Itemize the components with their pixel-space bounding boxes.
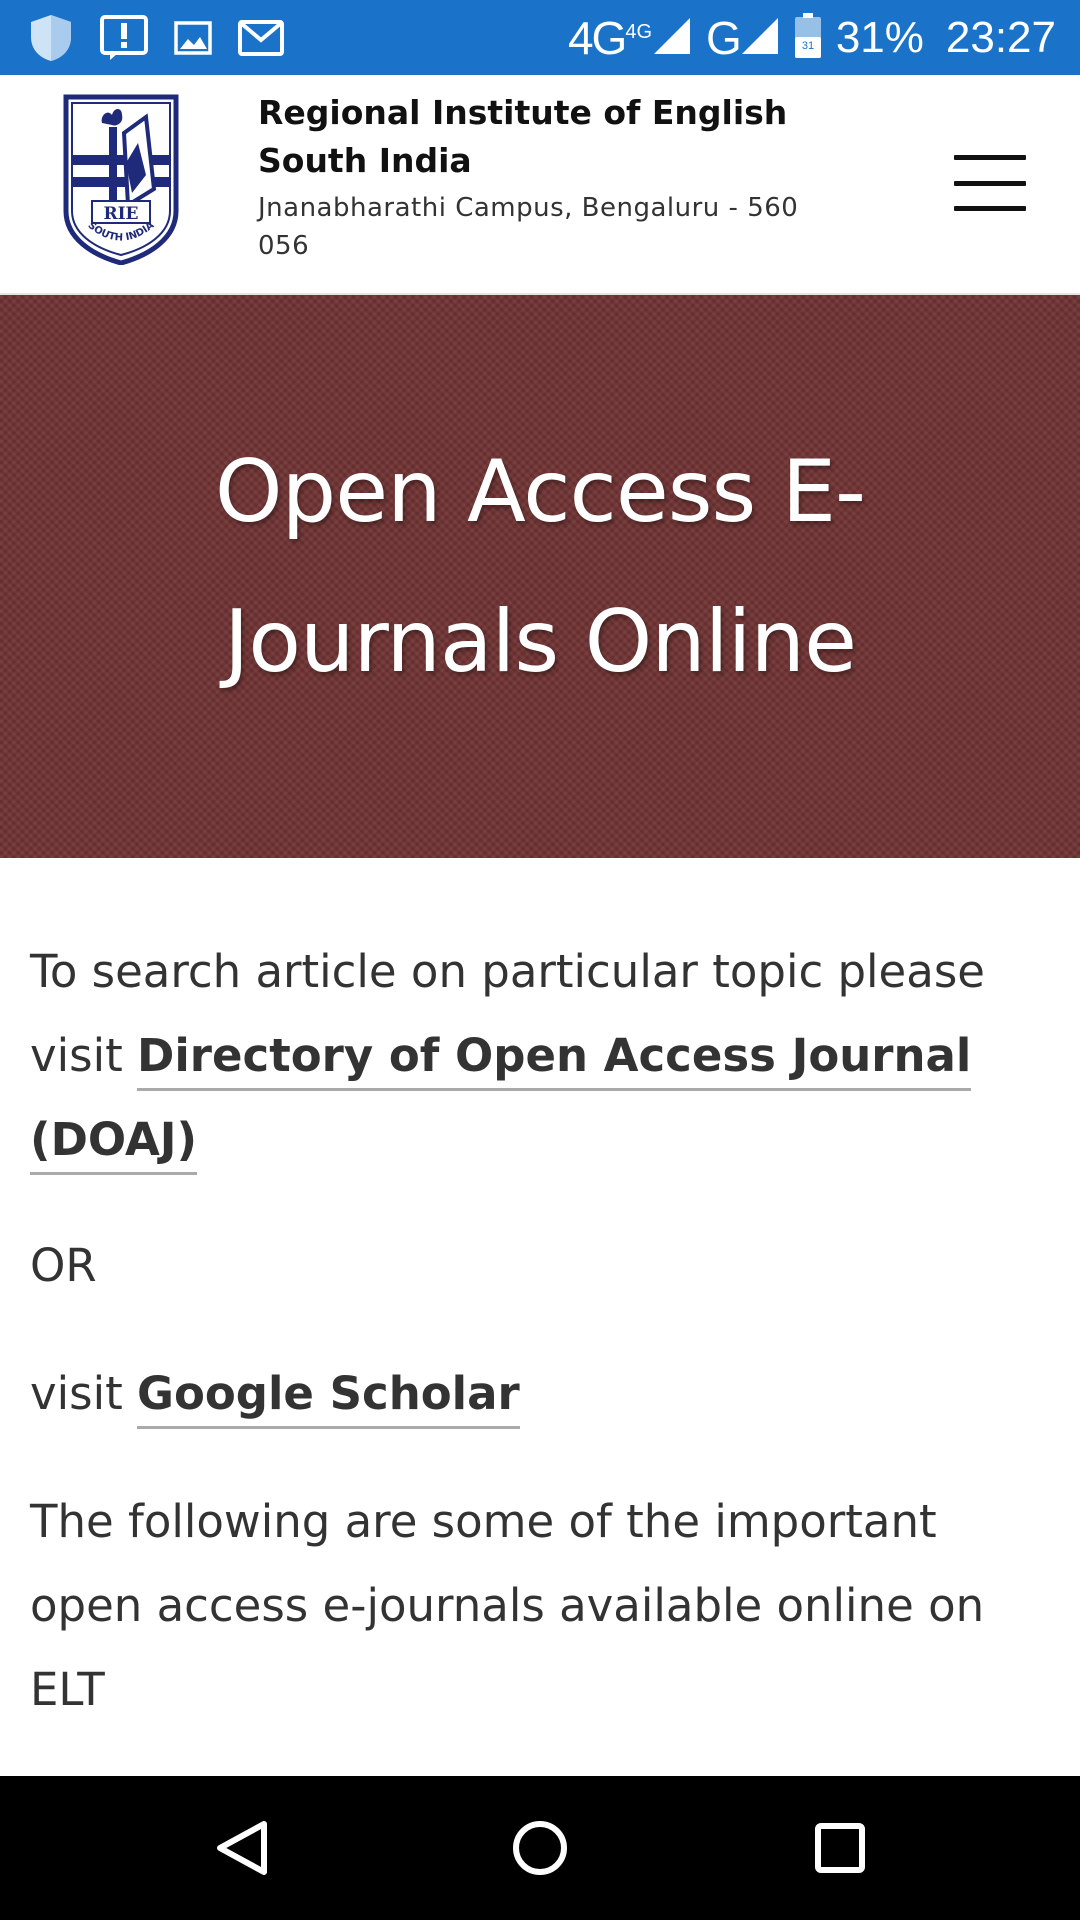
network-type-secondary: G	[706, 11, 742, 64]
signal-icon	[652, 16, 692, 60]
hamburger-icon	[954, 155, 1026, 160]
gmail-icon	[238, 19, 284, 56]
hamburger-menu-button[interactable]	[954, 155, 1026, 211]
home-button[interactable]	[508, 1816, 572, 1880]
address-line1: Jnanabharathi Campus, Bengaluru - 560	[258, 193, 799, 223]
institute-address: Jnanabharathi Campus, Bengaluru - 560 05…	[258, 189, 818, 265]
hero-banner: Open Access E-Journals Online	[0, 295, 1080, 858]
doaj-paragraph: To search article on particular topic pl…	[30, 930, 1030, 1182]
or-text: OR	[30, 1239, 97, 1292]
doaj-link[interactable]: Directory of Open Access Journal (DOAJ)	[30, 1029, 972, 1175]
system-indicators: 4G4G G 31 31% 23:27	[554, 11, 1056, 65]
brand-block[interactable]: Regional Institute of English South Indi…	[258, 89, 818, 265]
back-button[interactable]	[210, 1816, 274, 1880]
institute-name-line2: South India	[258, 141, 472, 180]
back-icon	[217, 1821, 267, 1875]
address-line2: 056	[258, 231, 310, 261]
notification-icons	[28, 13, 310, 63]
network-type: 4G4G	[567, 11, 653, 64]
clock: 23:27	[945, 12, 1056, 62]
alert-icon	[100, 14, 148, 61]
main-content: To search article on particular topic pl…	[30, 930, 1030, 1776]
svg-text:RIE: RIE	[103, 204, 138, 224]
google-scholar-link[interactable]: Google Scholar	[137, 1367, 520, 1429]
battery-percent: 31%	[835, 12, 924, 62]
journals-intro-paragraph: The following are some of the important …	[30, 1495, 985, 1716]
home-icon	[513, 1821, 567, 1875]
svg-text:31: 31	[802, 40, 814, 52]
shield-icon	[28, 13, 74, 63]
android-nav-bar	[0, 1776, 1080, 1920]
battery-icon: 31	[794, 12, 822, 63]
institute-name: Regional Institute of English South Indi…	[258, 89, 818, 185]
institute-logo[interactable]: RIE SOUTH INDIA	[62, 93, 180, 266]
signal-icon	[740, 16, 780, 60]
google-scholar-paragraph: visit Google Scholar	[30, 1352, 1030, 1436]
site-header: RIE SOUTH INDIA Regional Institute of En…	[0, 75, 1080, 295]
page-title: Open Access E-Journals Online	[214, 441, 866, 692]
recents-button[interactable]	[808, 1816, 872, 1880]
image-icon	[174, 20, 212, 55]
institute-name-line1: Regional Institute of English	[258, 93, 788, 132]
recents-icon	[815, 1823, 865, 1873]
status-bar: 4G4G G 31 31% 23:27	[0, 0, 1080, 75]
